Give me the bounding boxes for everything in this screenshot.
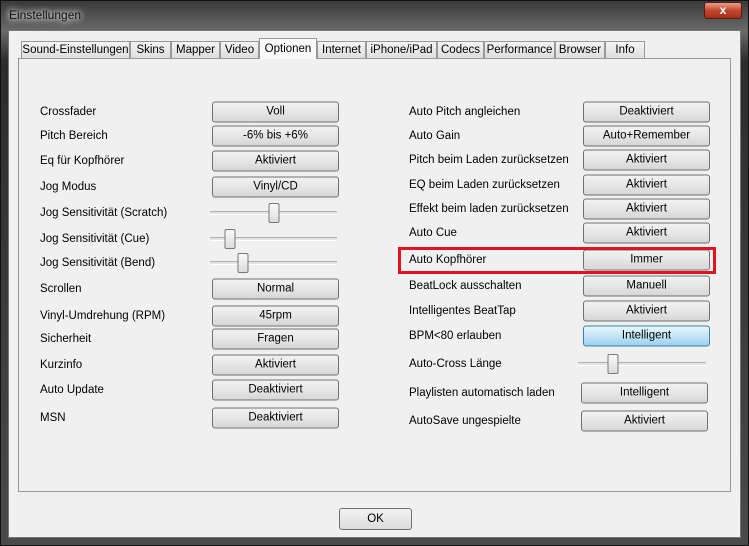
left-option-button[interactable]: Voll bbox=[212, 101, 339, 123]
right-label: Auto-Cross Länge bbox=[409, 358, 502, 370]
right-label: BPM<80 erlauben bbox=[409, 330, 502, 342]
window-title: Einstellungen bbox=[9, 8, 82, 22]
right-label: EQ beim Laden zurücksetzen bbox=[409, 179, 560, 191]
right-option-button[interactable]: Aktiviert bbox=[581, 410, 708, 432]
left-option-button[interactable]: Aktiviert bbox=[212, 150, 339, 172]
left-option-button[interactable]: -6% bis +6% bbox=[212, 125, 339, 147]
left-label: Pitch Bereich bbox=[40, 130, 108, 142]
left-label: MSN bbox=[40, 412, 66, 424]
tab-info[interactable]: Info bbox=[605, 41, 645, 59]
right-label: Pitch beim Laden zurücksetzen bbox=[409, 154, 569, 166]
tab-internet[interactable]: Internet bbox=[317, 41, 366, 59]
left-label: Scrollen bbox=[40, 283, 82, 295]
right-label: Playlisten automatisch laden bbox=[409, 387, 555, 399]
left-option-button[interactable]: Vinyl/CD bbox=[212, 176, 339, 198]
right-option-button[interactable]: Auto+Remember bbox=[583, 125, 710, 147]
right-label: AutoSave ungespielte bbox=[409, 415, 521, 427]
right-option-button[interactable]: Intelligent bbox=[581, 382, 708, 404]
right-label: Auto Gain bbox=[409, 130, 461, 142]
right-option-button[interactable]: Aktiviert bbox=[583, 300, 710, 322]
close-button[interactable]: x bbox=[704, 2, 742, 19]
slider-thumb[interactable] bbox=[268, 203, 279, 223]
slider-thumb[interactable] bbox=[237, 253, 249, 273]
tab-performance[interactable]: Performance bbox=[484, 41, 555, 59]
tab-video[interactable]: Video bbox=[220, 41, 259, 59]
left-option-button[interactable]: Deaktiviert bbox=[212, 379, 339, 401]
right-option-button[interactable]: Aktiviert bbox=[583, 198, 710, 220]
tab-mapper[interactable]: Mapper bbox=[171, 41, 220, 59]
left-label: Auto Update bbox=[40, 384, 104, 396]
slider-track[interactable] bbox=[210, 261, 337, 265]
right-label: Intelligentes BeatTap bbox=[409, 305, 516, 317]
left-option-button[interactable]: Deaktiviert bbox=[212, 407, 339, 429]
slider-thumb[interactable] bbox=[607, 354, 619, 374]
slider-track[interactable] bbox=[578, 362, 706, 366]
tab-skins[interactable]: Skins bbox=[130, 41, 171, 59]
ok-button[interactable]: OK bbox=[339, 508, 412, 530]
right-label: Effekt beim laden zurücksetzen bbox=[409, 203, 569, 215]
tab-iphone-ipad[interactable]: iPhone/iPad bbox=[366, 41, 437, 59]
right-label: BeatLock ausschalten bbox=[409, 280, 522, 292]
left-option-button[interactable]: Normal bbox=[212, 278, 339, 300]
left-label: Jog Modus bbox=[40, 181, 97, 193]
left-option-button[interactable]: Fragen bbox=[212, 328, 339, 350]
left-label: Vinyl-Umdrehung (RPM) bbox=[40, 310, 166, 322]
slider-thumb[interactable] bbox=[224, 229, 236, 249]
left-label: Eq für Kopfhörer bbox=[40, 155, 125, 167]
highlight-box bbox=[398, 247, 716, 274]
tab-sound-einstellungen[interactable]: Sound-Einstellungen bbox=[21, 41, 130, 59]
right-option-button[interactable]: Manuell bbox=[583, 275, 710, 297]
right-label: Auto Cue bbox=[409, 227, 457, 239]
tab-optionen[interactable]: Optionen bbox=[259, 38, 317, 59]
tab-codecs[interactable]: Codecs bbox=[437, 41, 484, 59]
left-label: Jog Sensitivität (Bend) bbox=[40, 257, 156, 269]
tab-browser[interactable]: Browser bbox=[555, 41, 605, 59]
left-label: Crossfader bbox=[40, 106, 97, 118]
right-option-button[interactable]: Aktiviert bbox=[583, 174, 710, 196]
left-label: Jog Sensitivität (Cue) bbox=[40, 233, 150, 245]
left-option-button[interactable]: 45rpm bbox=[212, 305, 339, 327]
left-label: Sicherheit bbox=[40, 333, 92, 345]
right-option-button[interactable]: Deaktiviert bbox=[583, 101, 710, 123]
left-option-button[interactable]: Aktiviert bbox=[212, 354, 339, 376]
left-label: Jog Sensitivität (Scratch) bbox=[40, 207, 168, 219]
right-option-button[interactable]: Aktiviert bbox=[583, 222, 710, 244]
right-option-button[interactable]: Aktiviert bbox=[583, 149, 710, 171]
right-label: Auto Pitch angleichen bbox=[409, 106, 521, 118]
left-label: Kurzinfo bbox=[40, 359, 83, 371]
right-option-button[interactable]: Intelligent bbox=[583, 325, 710, 347]
